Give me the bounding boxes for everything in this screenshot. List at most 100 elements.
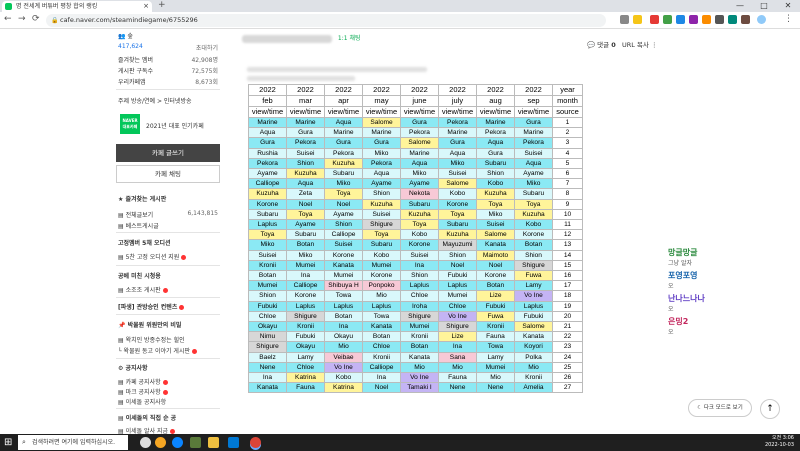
streamer-cell: Kanata bbox=[324, 259, 363, 272]
scroll-top-button[interactable]: ↑ bbox=[760, 399, 780, 419]
chat-user-item[interactable]: 난나느나나 오 bbox=[668, 293, 705, 313]
star-icon[interactable] bbox=[633, 15, 642, 24]
streamer-cell: Noel bbox=[286, 198, 325, 210]
rank-number-cell: 19 bbox=[552, 300, 583, 312]
extension-icon[interactable] bbox=[663, 15, 672, 24]
app-icon[interactable] bbox=[155, 437, 166, 448]
streamer-cell: Kuzuha bbox=[400, 208, 439, 221]
url-field[interactable]: 🔒 cafe.naver.com/steamindiegame/6755296 bbox=[46, 14, 606, 27]
streamer-cell: Marine bbox=[248, 116, 287, 129]
members-count[interactable]: 417,624 bbox=[118, 43, 143, 50]
streamer-cell: Toya bbox=[438, 208, 477, 221]
invite-link[interactable]: 초대하기 bbox=[196, 43, 218, 52]
streamer-cell: Botan bbox=[324, 310, 363, 323]
chat-user-item[interactable]: 망글망글 그냥 알자 bbox=[668, 247, 705, 267]
board-icon: ▤ bbox=[118, 399, 124, 406]
new-tab-button[interactable]: + bbox=[158, 0, 166, 10]
sidebar-item-all-posts[interactable]: ▤ 전체글보기 bbox=[118, 210, 153, 219]
ranking-table: 2022 2022 2022 2022 2022 2022 2022 2022 year feb m… bbox=[248, 84, 583, 394]
sidebar-item-notice[interactable]: ▤ 카페 공지사항 bbox=[118, 377, 168, 386]
one-on-one-chat-link[interactable]: 1:1 채팅 bbox=[338, 35, 361, 42]
streamer-cell: Marine bbox=[476, 116, 515, 129]
windows-start-icon[interactable]: ⊞ bbox=[4, 437, 12, 448]
streamer-cell: Kobo bbox=[438, 188, 477, 200]
taskbar-search-input[interactable]: ⌕ 검색하려면 여기에 입력하십시오. bbox=[18, 435, 128, 450]
streamer-cell: Suisei bbox=[438, 168, 477, 180]
more-icon[interactable]: ⋮ bbox=[651, 41, 658, 49]
cafe-topic[interactable]: 주제 방송/연예 > 인터넷방송 bbox=[118, 96, 192, 105]
streamer-cell: Pekora bbox=[400, 127, 439, 139]
section-title[interactable]: [파생] 관방승인 컨텐츠 bbox=[118, 302, 185, 311]
minecraft-icon[interactable] bbox=[190, 437, 201, 448]
chat-user-name: 망글망글 bbox=[668, 248, 698, 257]
browser-tab[interactable]: 명 전세계 버튜버 평창 합의 랭킹 × bbox=[2, 1, 152, 12]
browser-menu-icon[interactable]: ⋮ bbox=[784, 14, 793, 24]
folder-icon[interactable] bbox=[208, 437, 219, 448]
address-bar-row: ← → ⟳ 🔒 cafe.naver.com/steamindiegame/67… bbox=[0, 12, 800, 29]
rank-number-cell: month bbox=[552, 95, 583, 107]
edge-icon[interactable] bbox=[172, 437, 183, 448]
maximize-button[interactable]: □ bbox=[752, 0, 776, 12]
extension-icon[interactable] bbox=[689, 15, 698, 24]
streamer-cell: Gura bbox=[286, 127, 325, 139]
dark-mode-button[interactable]: ☾ 다크 모드로 보기 bbox=[688, 399, 752, 417]
write-post-button[interactable]: 카페 글쓰기 bbox=[116, 144, 220, 162]
table-row: Aqua Gura Marine Marine Pekora Marine Pekora Ma… bbox=[248, 127, 583, 139]
task-view-icon[interactable] bbox=[140, 437, 151, 448]
tab-close-icon[interactable]: × bbox=[143, 1, 149, 12]
new-badge-icon bbox=[181, 255, 187, 260]
new-badge-icon bbox=[192, 349, 197, 354]
sidebar-item-audition[interactable]: ▤ 5찬 고정 오디션 지원 bbox=[118, 252, 187, 261]
extension-icon[interactable] bbox=[676, 15, 685, 24]
cafe-chat-button[interactable]: 카페 채팅 bbox=[116, 165, 220, 183]
streamer-cell: Marine bbox=[286, 116, 325, 129]
streamer-cell: Mio bbox=[438, 361, 477, 374]
share-icon[interactable] bbox=[620, 15, 629, 24]
chat-user-item[interactable]: 은밍2 오 bbox=[668, 316, 705, 336]
sidebar-item-best[interactable]: ▤ 베스트게시글 bbox=[118, 221, 159, 230]
rank-number-cell: 15 bbox=[552, 259, 583, 272]
streamer-cell: Botan bbox=[514, 239, 553, 251]
streamer-cell: Shion bbox=[248, 290, 287, 302]
comment-label[interactable]: 댓글 bbox=[597, 41, 609, 49]
fav-board-title[interactable]: ★ 즐겨찾는 게시판 bbox=[118, 194, 166, 203]
rank-number-cell: 26 bbox=[552, 372, 583, 384]
post-area: 1:1 채팅 💬 댓글 0 URL 복사 ⋮ 2022 2022 2022 2022 2… bbox=[232, 29, 657, 434]
extension-icon[interactable] bbox=[728, 15, 737, 24]
header-cell: view/time bbox=[286, 106, 325, 118]
extension-icon[interactable] bbox=[741, 15, 750, 24]
reload-icon[interactable]: ⟳ bbox=[32, 14, 40, 24]
divider bbox=[116, 232, 220, 233]
tab-title: 명 전세계 버튜버 평창 합의 랭킹 bbox=[16, 3, 98, 10]
extension-icon[interactable] bbox=[702, 15, 711, 24]
minimize-button[interactable]: — bbox=[728, 0, 752, 12]
header-cell: 2022 bbox=[514, 84, 553, 96]
url-copy-button[interactable]: URL 복사 bbox=[622, 41, 649, 49]
streamer-cell: Botan bbox=[362, 331, 401, 343]
sidebar-item-board[interactable]: ▤ 소조조 게시판 bbox=[118, 285, 168, 294]
extension-icon[interactable] bbox=[715, 15, 724, 24]
sidebar-item-board[interactable]: ▤ 왁치인 방종수정는 힐인 bbox=[118, 335, 185, 344]
streamer-cell: Nene bbox=[438, 382, 477, 394]
streamer-cell: Kuzuha bbox=[248, 188, 287, 200]
system-clock[interactable]: 오전 3:06 2022-10-03 bbox=[765, 435, 794, 449]
streamer-cell: Korone bbox=[438, 198, 477, 210]
sidebar-item-board[interactable]: └ 왁물원 동고 이야기 게시판 bbox=[118, 346, 197, 355]
streamer-cell: Chloe bbox=[438, 300, 477, 312]
forward-icon[interactable]: → bbox=[18, 14, 26, 24]
streamer-cell: Iroha bbox=[400, 300, 439, 312]
chrome-icon[interactable] bbox=[250, 437, 261, 448]
chat-user-item[interactable]: 포영포영 오 bbox=[668, 270, 705, 290]
profile-avatar[interactable] bbox=[757, 15, 766, 24]
streamer-cell: Aqua bbox=[248, 127, 287, 139]
table-row: Miko Botan Suisei Subaru Korone Mayuzumi Kanat… bbox=[248, 239, 583, 251]
streamer-cell: Mumei bbox=[362, 259, 401, 272]
sidebar-item-notice[interactable]: ▤ 마크 공지사항 bbox=[118, 387, 168, 396]
extension-icon[interactable] bbox=[650, 15, 659, 24]
chat-user-status: 오 bbox=[668, 283, 674, 290]
streamer-cell: Marine bbox=[362, 127, 401, 139]
sidebar-item-notice[interactable]: ▤ 이세돌 공지사항 bbox=[118, 397, 166, 406]
vscode-icon[interactable] bbox=[228, 437, 239, 448]
back-icon[interactable]: ← bbox=[4, 14, 12, 24]
close-window-button[interactable]: ✕ bbox=[776, 0, 800, 12]
